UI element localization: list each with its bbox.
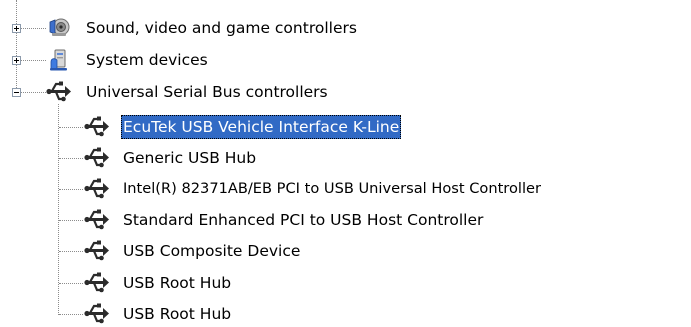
usb-icon [84,178,109,199]
device-label-standard-enhanced[interactable]: Standard Enhanced PCI to USB Host Contro… [121,208,485,232]
expand-system-devices-button[interactable] [12,56,21,65]
device-label-usb-root-hub-2[interactable]: USB Root Hub [121,302,233,326]
category-label-usb-controllers[interactable]: Universal Serial Bus controllers [84,80,330,104]
usb-icon [84,116,109,137]
tree-line [59,189,83,190]
usb-icon [84,272,109,293]
tree-line [59,283,83,284]
computer-icon [50,49,67,71]
device-label-generic-usb-hub[interactable]: Generic USB Hub [121,146,258,170]
tree-line [20,92,46,93]
category-label-system-devices[interactable]: System devices [84,48,210,72]
device-label-ecutek[interactable]: EcuTek USB Vehicle Interface K-Line [121,115,402,139]
usb-icon [84,147,109,168]
expand-sound-button[interactable] [12,24,21,33]
collapse-usb-controllers-button[interactable] [12,88,21,97]
tree-line [20,28,46,29]
tree-line [59,127,83,128]
tree-line [16,0,17,92]
tree-line [20,60,46,61]
usb-icon [84,303,109,324]
device-tree[interactable]: Sound, video and game controllers System… [0,0,691,327]
tree-line [59,314,83,315]
usb-icon [84,209,109,230]
device-label-intel-uhci[interactable]: Intel(R) 82371AB/EB PCI to USB Universal… [121,177,543,201]
speaker-icon [49,18,70,36]
usb-icon [46,81,71,102]
device-label-usb-root-hub-1[interactable]: USB Root Hub [121,271,233,295]
tree-line [59,220,83,221]
device-label-usb-composite[interactable]: USB Composite Device [121,239,302,263]
usb-icon [84,240,109,261]
tree-line [59,251,83,252]
tree-line [59,158,83,159]
category-label-sound[interactable]: Sound, video and game controllers [84,16,359,40]
